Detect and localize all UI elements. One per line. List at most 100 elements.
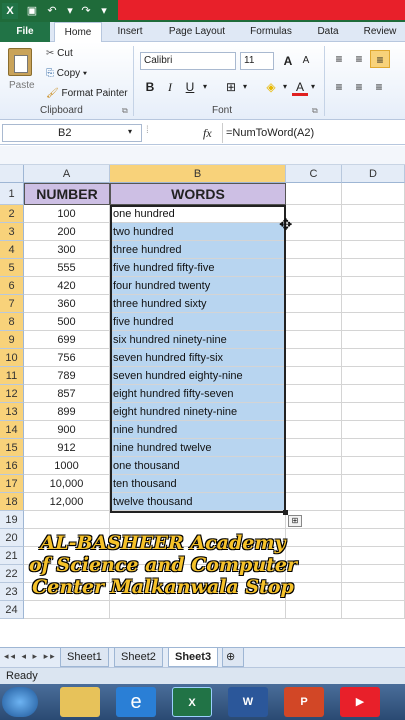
row-header[interactable]: 7 [0, 295, 24, 313]
cell[interactable] [110, 511, 286, 529]
words-cell[interactable]: five hundred [110, 313, 286, 331]
undo-icon[interactable]: ↶ [44, 3, 60, 19]
bold-button[interactable]: B [142, 78, 158, 96]
formula-input[interactable]: =NumToWord(A2) [226, 124, 314, 142]
cell[interactable] [286, 259, 342, 277]
youtube-taskbar-icon[interactable]: ▶ [340, 687, 380, 717]
row-header[interactable]: 9 [0, 331, 24, 349]
sheet-tab-sheet2[interactable]: Sheet2 [114, 648, 163, 667]
italic-button[interactable]: I [162, 78, 178, 96]
row-header[interactable]: 11 [0, 367, 24, 385]
column-header-c[interactable]: C [286, 165, 342, 183]
align-center-icon[interactable]: ≡ [350, 78, 368, 96]
paste-button[interactable]: Paste [9, 80, 35, 91]
number-cell[interactable]: 900 [24, 421, 110, 439]
paste-icon[interactable] [8, 48, 32, 76]
cell[interactable] [24, 601, 110, 619]
tab-formulas[interactable]: Formulas [242, 22, 300, 42]
font-name-select[interactable]: Calibri [140, 52, 236, 70]
excel-taskbar-icon[interactable]: X [172, 687, 212, 717]
word-taskbar-icon[interactable]: W [228, 687, 268, 717]
start-button-icon[interactable] [2, 687, 38, 717]
row-header[interactable]: 16 [0, 457, 24, 475]
words-cell[interactable]: one hundred [110, 205, 286, 223]
internet-explorer-icon[interactable]: e [116, 687, 156, 717]
row-header[interactable]: 22 [0, 565, 24, 583]
number-cell[interactable]: 912 [24, 439, 110, 457]
cell[interactable] [286, 223, 342, 241]
cell[interactable] [342, 349, 405, 367]
column-header-b[interactable]: B [110, 165, 286, 183]
cell[interactable] [286, 421, 342, 439]
file-explorer-icon[interactable] [60, 687, 100, 717]
number-cell[interactable]: 360 [24, 295, 110, 313]
cell[interactable] [286, 367, 342, 385]
cut-button[interactable]: ✂ Cut [46, 48, 73, 59]
borders-dropdown-icon[interactable]: ▾ [240, 78, 250, 96]
words-cell[interactable]: six hundred ninety-nine [110, 331, 286, 349]
cell[interactable] [286, 475, 342, 493]
cell[interactable] [286, 457, 342, 475]
row-header[interactable]: 6 [0, 277, 24, 295]
number-cell[interactable]: 899 [24, 403, 110, 421]
dialog-launcher-icon[interactable]: ⧉ [122, 106, 128, 116]
row-header[interactable]: 19 [0, 511, 24, 529]
cell[interactable] [342, 601, 405, 619]
auto-fill-options-icon[interactable]: ⊞ [288, 515, 302, 527]
number-cell[interactable]: 555 [24, 259, 110, 277]
row-header[interactable]: 2 [0, 205, 24, 223]
row-header[interactable]: 20 [0, 529, 24, 547]
align-right-icon[interactable]: ≡ [370, 78, 388, 96]
redo-icon[interactable]: ↷ [78, 3, 94, 19]
cell[interactable] [342, 547, 405, 565]
cell[interactable] [110, 601, 286, 619]
underline-dropdown-icon[interactable]: ▾ [200, 78, 210, 96]
words-cell[interactable]: seven hundred fifty-six [110, 349, 286, 367]
number-cell[interactable]: 420 [24, 277, 110, 295]
cell[interactable] [286, 205, 342, 223]
cell[interactable] [286, 313, 342, 331]
row-header[interactable]: 14 [0, 421, 24, 439]
cell[interactable] [342, 421, 405, 439]
row-header[interactable]: 4 [0, 241, 24, 259]
cell[interactable] [286, 385, 342, 403]
words-cell[interactable]: three hundred [110, 241, 286, 259]
powerpoint-taskbar-icon[interactable]: P [284, 687, 324, 717]
tab-insert[interactable]: Insert [108, 22, 152, 42]
cell[interactable] [342, 205, 405, 223]
align-bottom-icon[interactable]: ≡ [370, 50, 390, 68]
number-cell[interactable]: 789 [24, 367, 110, 385]
words-cell[interactable]: eight hundred fifty-seven [110, 385, 286, 403]
tab-file[interactable]: File [0, 22, 50, 42]
row-header[interactable]: 17 [0, 475, 24, 493]
cell[interactable] [286, 277, 342, 295]
cell[interactable] [342, 439, 405, 457]
row-header[interactable]: 8 [0, 313, 24, 331]
number-cell[interactable]: 500 [24, 313, 110, 331]
cell[interactable] [342, 223, 405, 241]
words-cell[interactable]: one thousand [110, 457, 286, 475]
dropdown-icon[interactable]: ▾ [62, 3, 78, 19]
insert-function-icon[interactable]: fx [203, 126, 212, 141]
cell[interactable] [342, 583, 405, 601]
cell[interactable] [342, 403, 405, 421]
number-cell[interactable]: 100 [24, 205, 110, 223]
row-header[interactable]: 12 [0, 385, 24, 403]
align-top-icon[interactable]: ≡ [330, 50, 348, 68]
number-cell[interactable]: 200 [24, 223, 110, 241]
cell[interactable] [342, 183, 405, 205]
cell[interactable] [342, 457, 405, 475]
customize-toolbar-icon[interactable]: ▾ [96, 3, 112, 19]
column-header-a[interactable]: A [24, 165, 110, 183]
words-cell[interactable]: two hundred [110, 223, 286, 241]
cell[interactable] [286, 331, 342, 349]
borders-icon[interactable]: ⊞ [222, 78, 240, 96]
cell[interactable] [342, 241, 405, 259]
cell[interactable] [342, 511, 405, 529]
words-cell[interactable]: five hundred fifty-five [110, 259, 286, 277]
number-cell[interactable]: 10,000 [24, 475, 110, 493]
tab-review[interactable]: Review [356, 22, 404, 42]
row-header[interactable]: 1 [0, 183, 24, 205]
row-header[interactable]: 13 [0, 403, 24, 421]
row-header[interactable]: 21 [0, 547, 24, 565]
